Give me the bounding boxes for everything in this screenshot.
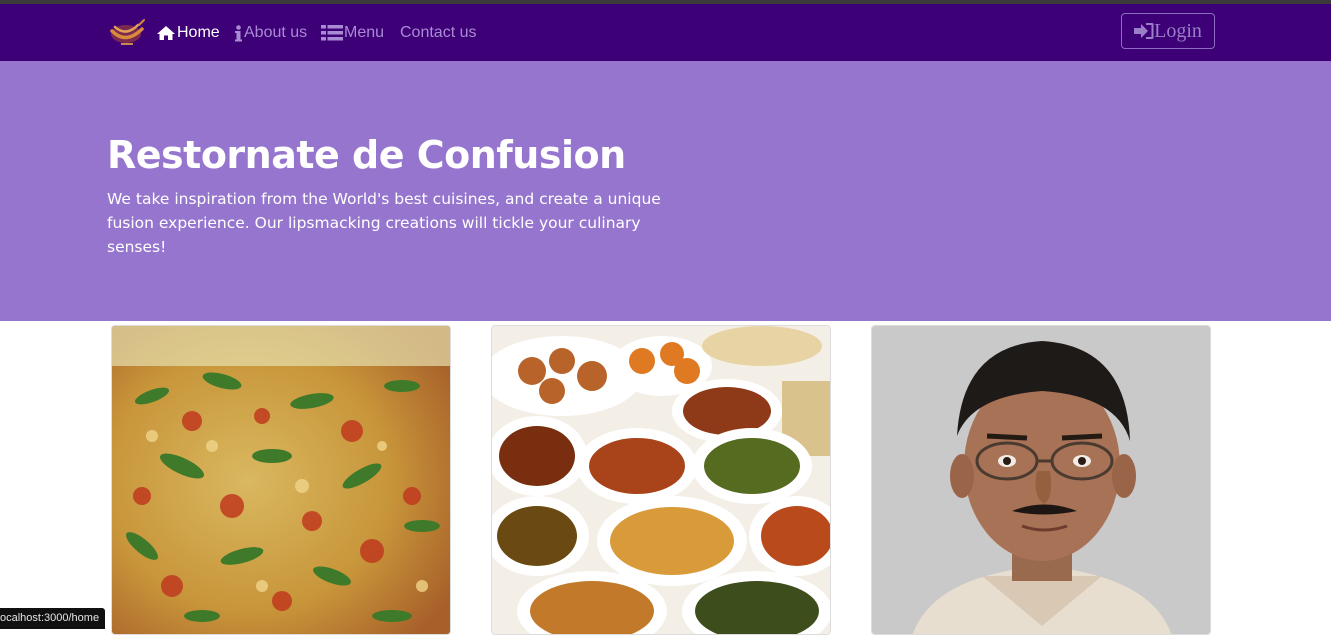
sign-in-icon <box>1134 23 1154 39</box>
card-promotion[interactable] <box>491 325 831 635</box>
home-icon <box>157 26 175 40</box>
jumbotron-text: We take inspiration from the World's bes… <box>107 190 661 256</box>
browser-status-bar: ocalhost:3000/home <box>0 608 106 629</box>
nav-item-home-label: Home <box>177 24 220 41</box>
jumbotron: Restornate de Confusion We take inspirat… <box>0 61 1331 321</box>
brand-logo[interactable] <box>106 17 148 49</box>
nav-item-menu[interactable]: Menu <box>321 22 384 44</box>
list-icon <box>321 25 343 41</box>
login-button[interactable]: Login <box>1121 13 1215 49</box>
buffet-image <box>492 326 830 634</box>
navbar: Home About us Menu Contact us Login <box>0 4 1331 61</box>
page-title: Restornate de Confusion <box>107 133 626 177</box>
card-dish[interactable] <box>111 325 451 635</box>
chef-portrait-image <box>872 326 1210 634</box>
nav-item-about-label: About us <box>244 24 308 41</box>
nav-item-contact[interactable]: Contact us <box>400 22 476 44</box>
nav-item-contact-label: Contact us <box>400 24 477 41</box>
nav-item-menu-label: Menu <box>344 24 385 41</box>
nav-item-about[interactable]: About us <box>234 22 307 44</box>
info-icon <box>235 24 242 41</box>
card-leader[interactable] <box>871 325 1211 635</box>
nav-item-home[interactable]: Home <box>156 22 220 44</box>
pizza-image <box>112 326 450 634</box>
login-button-label: Login <box>1154 19 1202 42</box>
